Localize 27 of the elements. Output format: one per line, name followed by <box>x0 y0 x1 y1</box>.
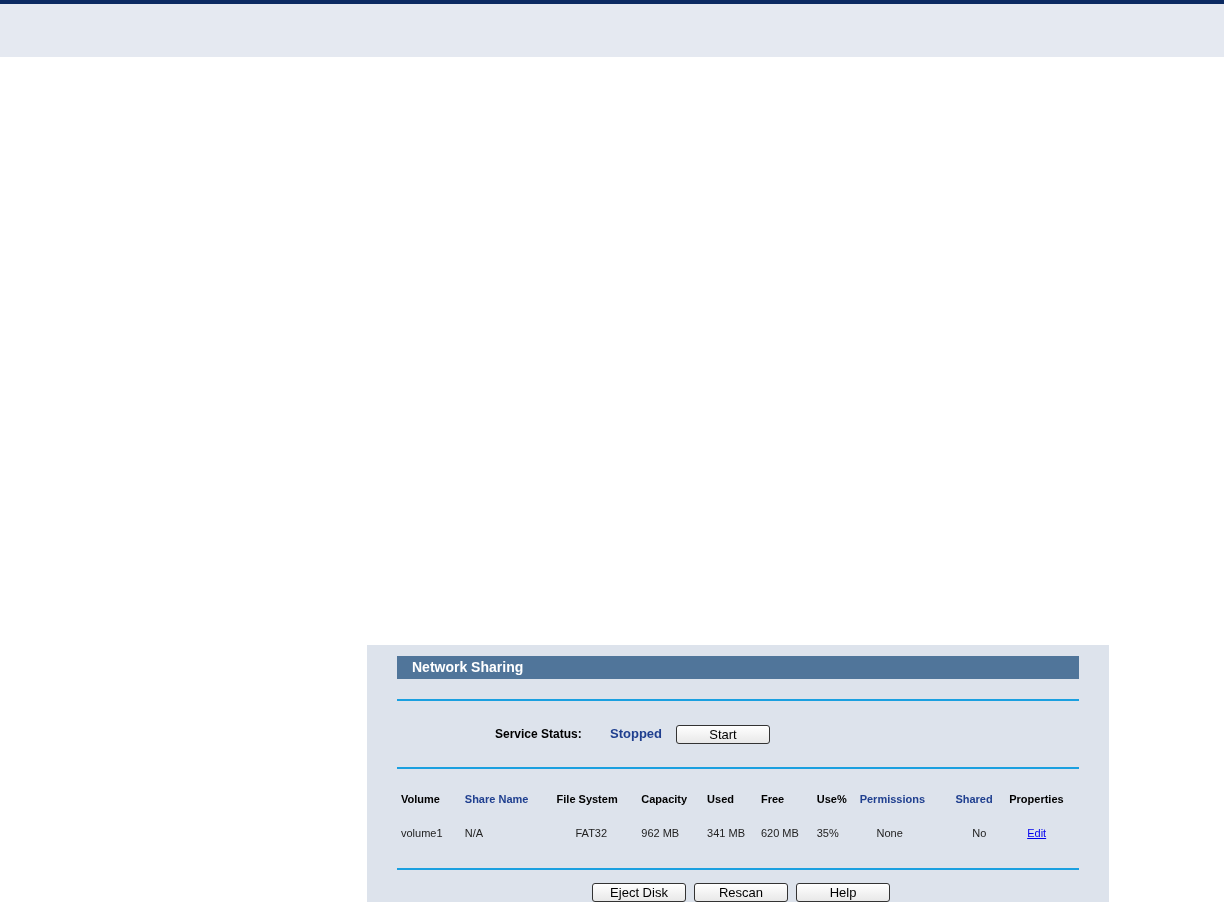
panel-title: Network Sharing <box>397 656 1079 679</box>
column-header: Shared <box>955 793 993 806</box>
column-header: File System <box>556 793 618 806</box>
column-header: Properties <box>1009 793 1064 806</box>
table-cell: None <box>876 827 903 840</box>
edit-link[interactable]: Edit <box>1027 827 1047 840</box>
column-header: Capacity <box>641 793 688 806</box>
table-cell: 341 MB <box>707 827 745 840</box>
table-cell: No <box>972 827 987 840</box>
table-cell: 962 MB <box>641 827 680 840</box>
table-cell: FAT32 <box>575 827 608 840</box>
column-header: Free <box>760 793 785 806</box>
table-cell: 35% <box>816 827 839 840</box>
column-header: Share Name <box>464 793 529 806</box>
column-header: Volume <box>401 793 440 806</box>
table-cell: N/A <box>464 827 484 840</box>
action-button[interactable]: Eject Disk <box>592 883 686 902</box>
action-button[interactable]: Rescan <box>694 883 788 902</box>
service-status-label: Service Status: <box>495 726 583 744</box>
service-status-value: Stopped <box>610 725 663 744</box>
table-cell: 620 MB <box>760 827 799 840</box>
column-header: Permissions <box>859 793 926 806</box>
column-header: Use% <box>816 793 847 806</box>
start-button[interactable]: Start <box>676 724 770 744</box>
action-button[interactable]: Help <box>796 883 890 902</box>
column-header: Used <box>707 793 734 806</box>
table-cell: volume1 <box>401 827 443 840</box>
